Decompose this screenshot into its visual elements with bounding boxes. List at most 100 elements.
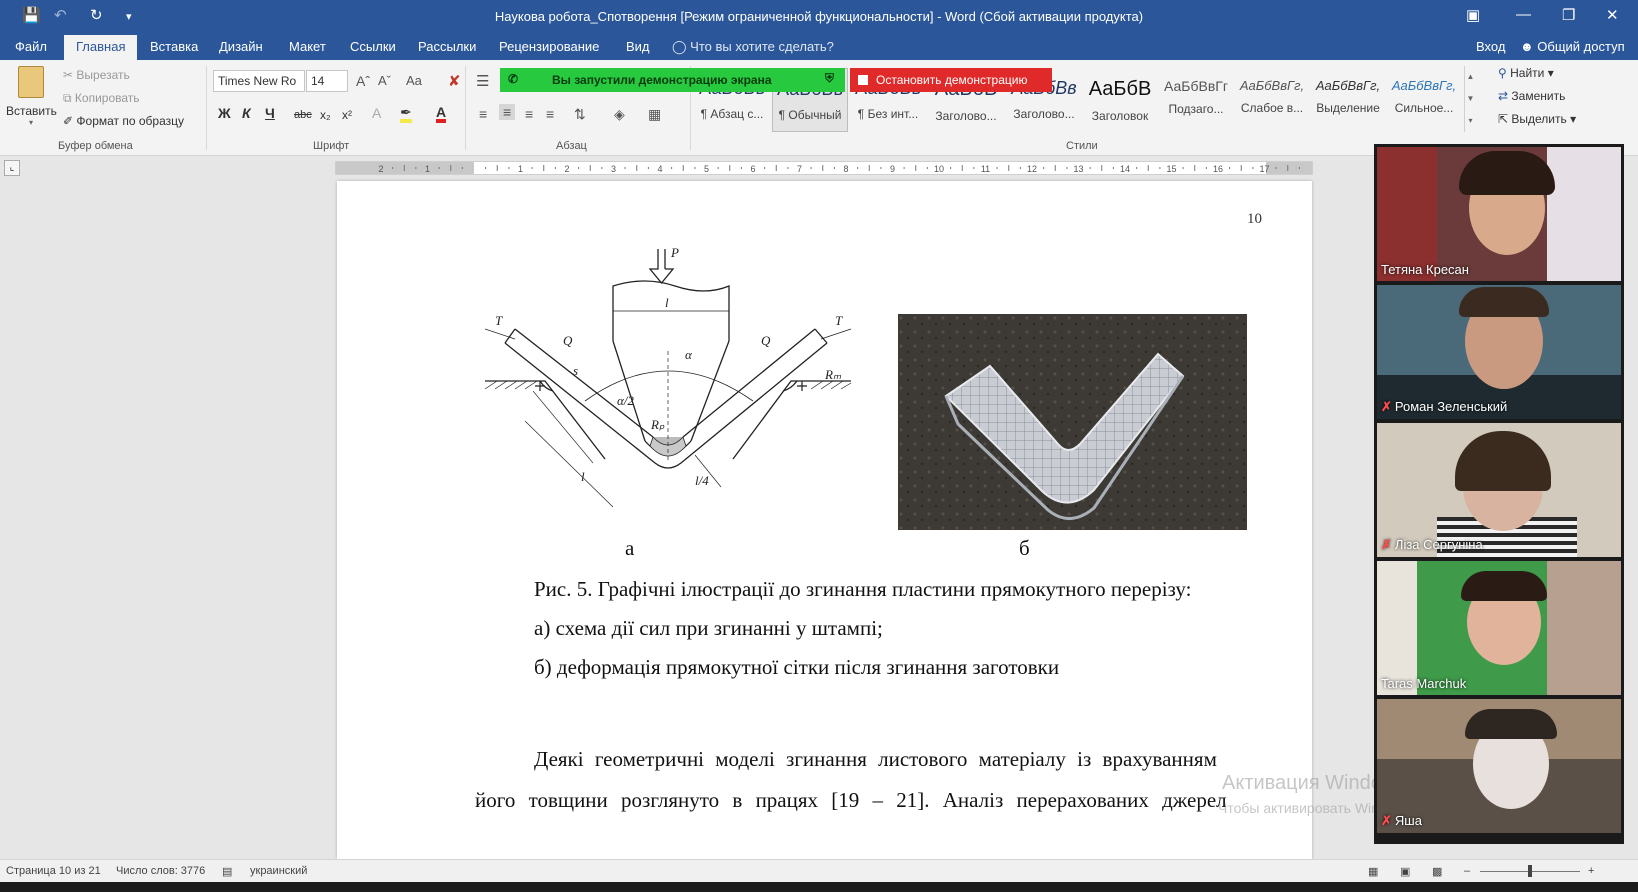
- figure-caption: Рис. 5. Графічні ілюстрації до згинання …: [534, 577, 1192, 601]
- replace-button[interactable]: ⇄ Заменить: [1498, 89, 1565, 103]
- divider: [465, 66, 466, 150]
- tab-insert[interactable]: Вставка: [150, 39, 198, 54]
- clear-format-icon[interactable]: ✘: [448, 72, 461, 90]
- highlight-icon[interactable]: ✒: [400, 105, 412, 123]
- page-counter[interactable]: Страница 10 из 21: [6, 865, 101, 877]
- window-title: Наукова робота_Спотворення [Режим ограни…: [494, 9, 1144, 24]
- find-button[interactable]: ⚲ Найти ▾: [1498, 66, 1554, 80]
- text-effects-icon[interactable]: A: [372, 105, 381, 121]
- bold-button[interactable]: Ж: [218, 105, 231, 121]
- document-page[interactable]: 10 P T T Q Q l s α α/2 Rₚ Rₘ l l/4 а б Р…: [337, 181, 1312, 859]
- copy-button[interactable]: ⧉ Копировать: [63, 91, 140, 106]
- line-spacing-icon[interactable]: ⇅: [574, 106, 586, 123]
- participant-tile[interactable]: Taras Marchuk: [1377, 561, 1621, 695]
- zoom-in-icon[interactable]: +: [1588, 865, 1594, 877]
- clipboard-icon: [18, 66, 44, 98]
- language-indicator[interactable]: украинский: [250, 865, 307, 877]
- superscript-button[interactable]: x²: [342, 108, 352, 122]
- participant-tile[interactable]: ✗ Ліза Сергуніна: [1377, 423, 1621, 557]
- mic-muted-icon: ✗: [1381, 399, 1392, 414]
- style-title[interactable]: АаБбВ Заголовок: [1082, 68, 1158, 132]
- divider: [206, 66, 207, 150]
- participant-tile[interactable]: ✗ Яша: [1377, 699, 1621, 833]
- tab-selector[interactable]: ⌞: [4, 160, 20, 176]
- participant-tile[interactable]: Тетяна Кресан: [1377, 147, 1621, 281]
- close-icon[interactable]: ✕: [1606, 6, 1619, 24]
- zoom-slider-thumb[interactable]: [1528, 865, 1532, 877]
- participant-name: Taras Marchuk: [1381, 676, 1467, 691]
- ruler-number: 17: [1259, 164, 1269, 174]
- status-bar: Страница 10 из 21 Число слов: 3776 ▤ укр…: [0, 859, 1638, 882]
- ruler-number: 8: [843, 164, 848, 174]
- shading-icon[interactable]: ◈: [614, 106, 625, 123]
- align-right-icon[interactable]: ≡: [525, 106, 533, 122]
- label-rp: Rₚ: [650, 417, 665, 432]
- label-l: l: [665, 295, 669, 310]
- font-color-icon[interactable]: A: [436, 105, 447, 123]
- font-name-select[interactable]: Times New Ro: [213, 70, 305, 92]
- style-emphasis[interactable]: АаБбВвГг, Выделение: [1310, 68, 1386, 132]
- underline-button[interactable]: Ч: [265, 105, 275, 121]
- select-button[interactable]: ⇱ Выделить ▾: [1498, 112, 1576, 126]
- subscript-button[interactable]: x₂: [320, 108, 331, 122]
- format-painter-button[interactable]: ✐ Формат по образцу: [63, 114, 184, 128]
- read-mode-icon[interactable]: ▦: [1368, 865, 1378, 878]
- tab-layout[interactable]: Макет: [289, 39, 326, 54]
- web-layout-icon[interactable]: ▩: [1432, 865, 1442, 878]
- stop-share-button[interactable]: Остановить демонстрацию: [850, 68, 1052, 92]
- ruler-number: 11: [981, 164, 990, 174]
- paste-button[interactable]: Вставить ▾: [6, 64, 57, 134]
- bending-diagram: P T T Q Q l s α α/2 Rₚ Rₘ l l/4: [485, 245, 852, 508]
- label-rm: Rₘ: [824, 367, 842, 382]
- minimize-icon[interactable]: —: [1516, 6, 1531, 23]
- tab-references[interactable]: Ссылки: [350, 39, 396, 54]
- word-count[interactable]: Число слов: 3776: [116, 865, 205, 877]
- align-left-icon[interactable]: ≡: [479, 106, 487, 122]
- shrink-font-icon[interactable]: Aˇ: [378, 73, 391, 88]
- bullets-icon[interactable]: ☰: [476, 72, 489, 90]
- ruler-number: 13: [1073, 164, 1083, 174]
- tell-me-search[interactable]: ◯ Что вы хотите сделать?: [672, 39, 834, 55]
- cut-button[interactable]: ✂ Вырезать: [63, 68, 130, 82]
- label-s: s: [573, 363, 578, 378]
- borders-icon[interactable]: ▦: [648, 106, 661, 123]
- strikethrough-button[interactable]: abc: [294, 109, 312, 121]
- change-case-button[interactable]: Aa: [406, 73, 422, 88]
- zoom-out-icon[interactable]: –: [1464, 865, 1470, 877]
- font-size-select[interactable]: 14: [306, 70, 348, 92]
- proofing-icon[interactable]: ▤: [222, 865, 232, 878]
- style-subtle-emphasis[interactable]: АаБбВвГг, Слабое в...: [1234, 68, 1310, 132]
- tab-mailings[interactable]: Рассылки: [418, 39, 476, 54]
- participant-name: ✗ Яша: [1381, 813, 1422, 828]
- tab-home[interactable]: Главная: [64, 35, 138, 60]
- mic-muted-icon: ✗: [1381, 537, 1392, 552]
- maximize-icon[interactable]: ❐: [1562, 6, 1575, 24]
- tab-view[interactable]: Вид: [626, 39, 650, 54]
- styles-group-label: Стили: [1066, 140, 1098, 152]
- tab-file[interactable]: Файл: [15, 39, 47, 54]
- clipboard-group-label: Буфер обмена: [58, 140, 133, 152]
- label-t-left: T: [495, 313, 503, 328]
- participant-tile[interactable]: ✗ Роман Зеленський: [1377, 285, 1621, 419]
- ruler-number: 1: [425, 164, 430, 174]
- style-intense-emphasis[interactable]: АаБбВвГг, Сильное...: [1386, 68, 1462, 132]
- styles-scrollbar[interactable]: ▲ ▼ ▾: [1464, 66, 1476, 132]
- font-group-label: Шрифт: [313, 140, 350, 152]
- label-q-left: Q: [563, 333, 573, 348]
- style-subtitle[interactable]: АаБбВвГг Подзаго...: [1158, 68, 1234, 132]
- lightbulb-icon: ◯: [672, 39, 691, 54]
- tab-design[interactable]: Дизайн: [219, 39, 263, 54]
- ruler-number: 14: [1120, 164, 1130, 174]
- print-layout-icon[interactable]: ▣: [1400, 865, 1410, 878]
- body-paragraph-line1: Деякі геометричні моделі згинання листов…: [534, 747, 1217, 771]
- align-center-icon[interactable]: ≡: [499, 104, 516, 120]
- justify-icon[interactable]: ≡: [546, 106, 554, 122]
- italic-button[interactable]: К: [242, 105, 251, 121]
- signin-link[interactable]: Вход: [1476, 39, 1505, 54]
- share-button[interactable]: ☻ Общий доступ: [1520, 39, 1625, 54]
- ruler-number: 7: [797, 164, 802, 174]
- grow-font-icon[interactable]: Aˆ: [356, 73, 370, 89]
- ribbon-display-icon[interactable]: ▣: [1466, 6, 1480, 24]
- stop-icon: [858, 75, 868, 85]
- tab-review[interactable]: Рецензирование: [499, 39, 599, 54]
